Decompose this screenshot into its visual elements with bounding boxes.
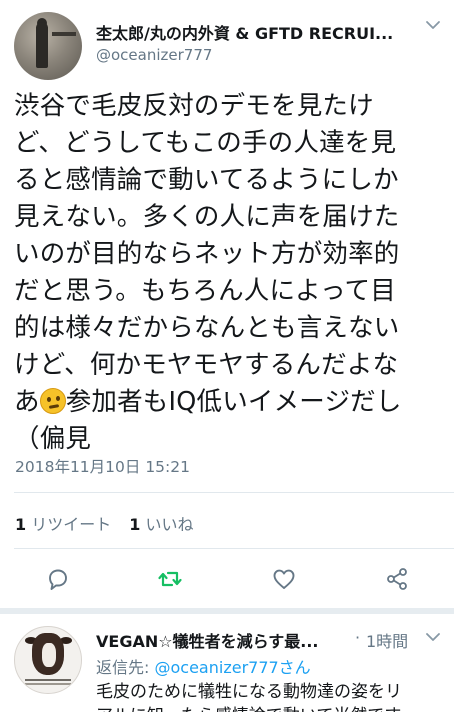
like-stat[interactable]: 1 いいね <box>129 515 193 534</box>
avatar-caption-lines <box>25 679 71 681</box>
chevron-down-icon[interactable] <box>424 630 442 644</box>
tweet-text: 渋谷で毛皮反対のデモを見たけ ど、どうしてもこの手の人達を見 ると感情論で動いて… <box>14 88 446 458</box>
avatar-railing <box>52 32 76 36</box>
reply-to-prefix: 返信先: <box>96 658 150 677</box>
retweet-icon[interactable] <box>157 566 183 592</box>
reply-author-display-name[interactable]: VEGAN☆犠牲者を減らす最... <box>96 628 358 652</box>
divider <box>14 492 454 493</box>
tweet-text-main: 渋谷で毛皮反対のデモを見たけ ど、どうしてもこの手の人達を見 ると感情論で動いて… <box>14 91 400 417</box>
reply-time[interactable]: 1時間 <box>366 628 408 652</box>
reply-to-line: 返信先: @oceanizer777さん <box>96 654 311 678</box>
chevron-down-icon[interactable] <box>424 18 442 32</box>
tweet-timestamp[interactable]: 2018年11月10日 15:21 <box>15 455 190 477</box>
author-handle[interactable]: @oceanizer777 <box>96 46 212 64</box>
reply-icon[interactable] <box>45 566 71 592</box>
thinking-face-icon <box>39 388 66 414</box>
tweet-stats: 1 リツイート 1 いいね <box>15 511 194 535</box>
reply-author-avatar[interactable] <box>14 626 82 694</box>
divider <box>14 548 454 549</box>
reply-separator: · <box>355 628 361 647</box>
section-separator <box>0 608 454 614</box>
author-display-name[interactable]: 杢太郎/丸の内外資 & GFTD RECRUI... <box>96 20 420 44</box>
like-icon[interactable] <box>271 566 297 592</box>
author-avatar[interactable] <box>14 12 82 80</box>
retweet-stat-label: リツイート <box>31 515 112 534</box>
retweet-stat[interactable]: 1 リツイート <box>15 515 111 534</box>
avatar-cow-face <box>42 643 56 667</box>
share-icon[interactable] <box>384 566 410 592</box>
like-stat-label: いいね <box>145 515 194 534</box>
like-count: 1 <box>129 515 141 534</box>
avatar-figure <box>36 22 48 68</box>
reply-text: 毛皮のために犠牲になる動物達の姿をリ アルに知ったら感情論で動いて当然です <box>96 682 402 712</box>
tweet-detail-screen: 杢太郎/丸の内外資 & GFTD RECRUI... @oceanizer777… <box>0 0 454 712</box>
tweet-text-tail: 参加者もIQ低いイメージだし （偏見 <box>14 387 402 454</box>
reply-to-mention[interactable]: @oceanizer777さん <box>155 658 311 677</box>
retweet-count: 1 <box>15 515 27 534</box>
